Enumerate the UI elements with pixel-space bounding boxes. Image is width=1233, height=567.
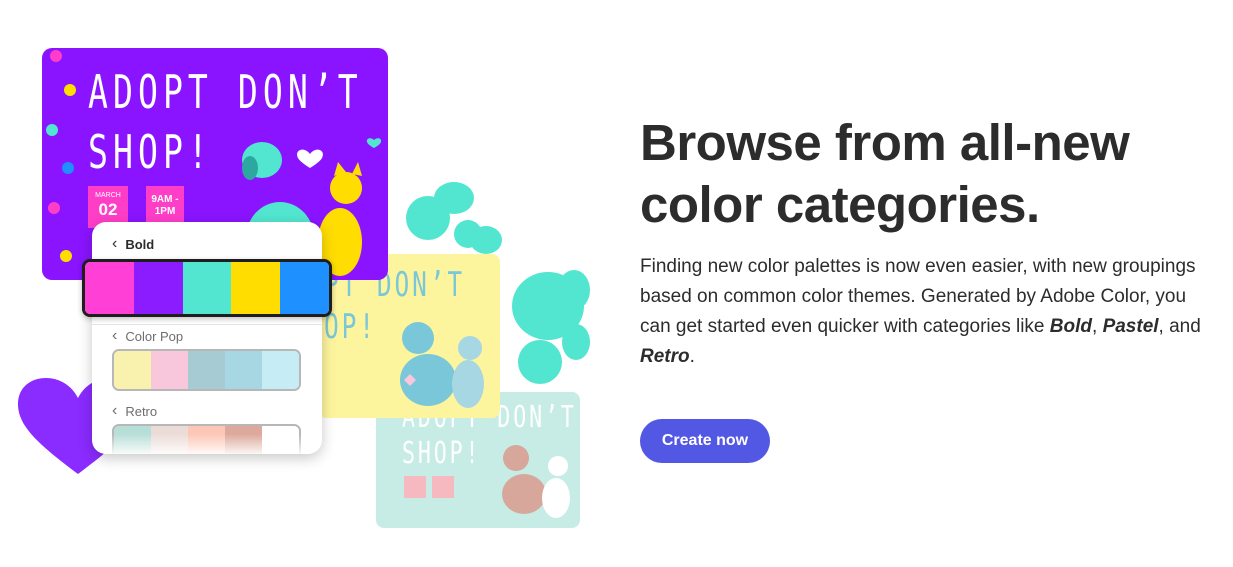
color-swatch[interactable] [114,351,151,389]
color-swatch[interactable] [182,262,232,314]
paw-print-decoration [46,50,76,262]
palette-color-pop[interactable] [112,349,301,391]
color-swatch[interactable] [133,262,183,314]
chevron-left-icon[interactable]: ‹ [112,236,117,252]
category-header-retro[interactable]: ‹ Retro [112,403,157,419]
dog-cat-graphic [400,322,484,408]
color-categories-panel: ‹ Bold ‹ Color Pop ‹ Retro [92,222,322,454]
dog-cat-graphic [502,445,570,518]
category-retro-label: Retro [640,346,690,367]
chevron-left-icon[interactable]: ‹ [112,328,117,344]
page-title: Browse from all-new color categories. [640,114,1130,233]
color-swatch[interactable] [151,351,188,389]
color-swatch[interactable] [262,351,299,389]
panel-fade [92,434,322,454]
divider [92,324,322,325]
description-text: Finding new color palettes is now even e… [640,256,1201,367]
color-swatch[interactable] [188,351,225,389]
date-badge [404,476,426,498]
hero-illustration: ADOPT DON’T SHOP! PT DON’T OP! ADOPT DON… [0,0,600,567]
chevron-left-icon[interactable]: ‹ [112,403,117,419]
create-now-button[interactable]: Create now [640,419,770,463]
category-pastel-label: Pastel [1102,316,1159,337]
category-header-color-pop[interactable]: ‹ Color Pop [112,328,183,344]
category-bold-label: Bold [1049,316,1092,337]
palette-bold-selected[interactable] [82,259,332,317]
color-swatch[interactable] [231,262,281,314]
time-badge [432,476,454,498]
color-swatch[interactable] [85,262,134,314]
color-swatch[interactable] [280,262,329,314]
color-swatch[interactable] [225,351,262,389]
category-header-bold[interactable]: ‹ Bold [112,236,154,252]
